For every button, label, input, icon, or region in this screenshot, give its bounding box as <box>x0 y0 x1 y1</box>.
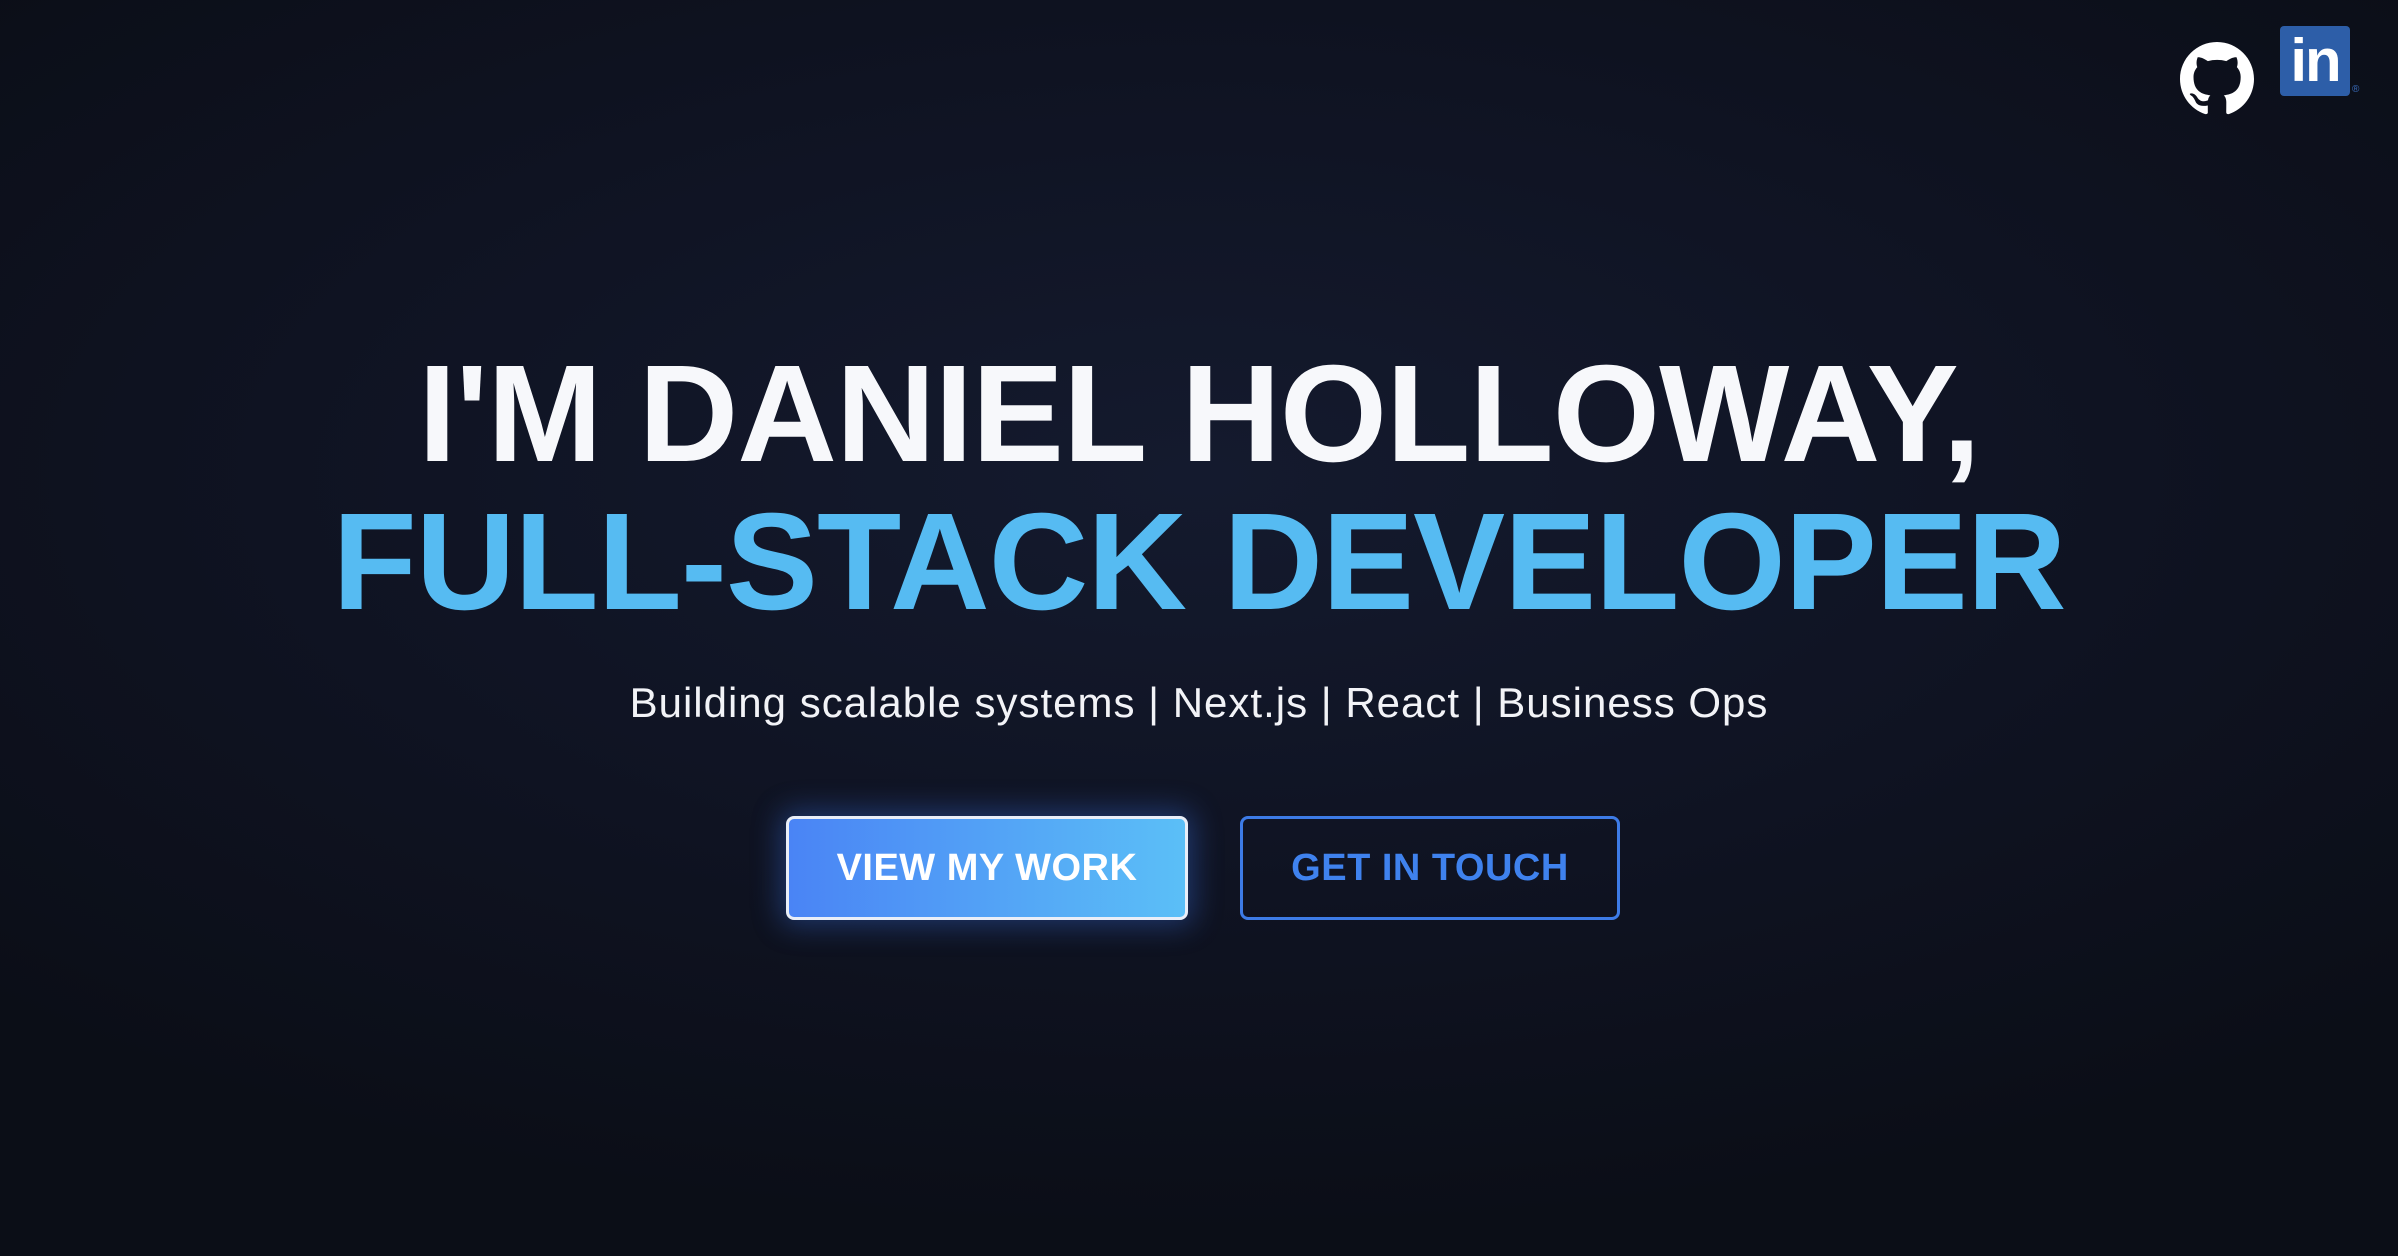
linkedin-logo: in <box>2280 26 2350 96</box>
cta-buttons: VIEW MY WORK GET IN TOUCH <box>0 816 2398 920</box>
headline-name: I'M DANIEL HOLLOWAY, <box>418 337 1981 491</box>
hero-subtitle: Building scalable systems | Next.js | Re… <box>629 679 1769 726</box>
github-icon[interactable] <box>2180 42 2254 116</box>
headline-role: FULL-STACK DEVELOPER <box>332 485 2066 639</box>
social-links: in ® <box>2180 22 2360 116</box>
hero-section: I'M DANIEL HOLLOWAY, FULL-STACK DEVELOPE… <box>0 340 2398 920</box>
view-my-work-button[interactable]: VIEW MY WORK <box>786 816 1188 920</box>
linkedin-icon[interactable]: in ® <box>2280 22 2360 102</box>
registered-mark: ® <box>2352 84 2360 95</box>
get-in-touch-button[interactable]: GET IN TOUCH <box>1240 816 1620 920</box>
